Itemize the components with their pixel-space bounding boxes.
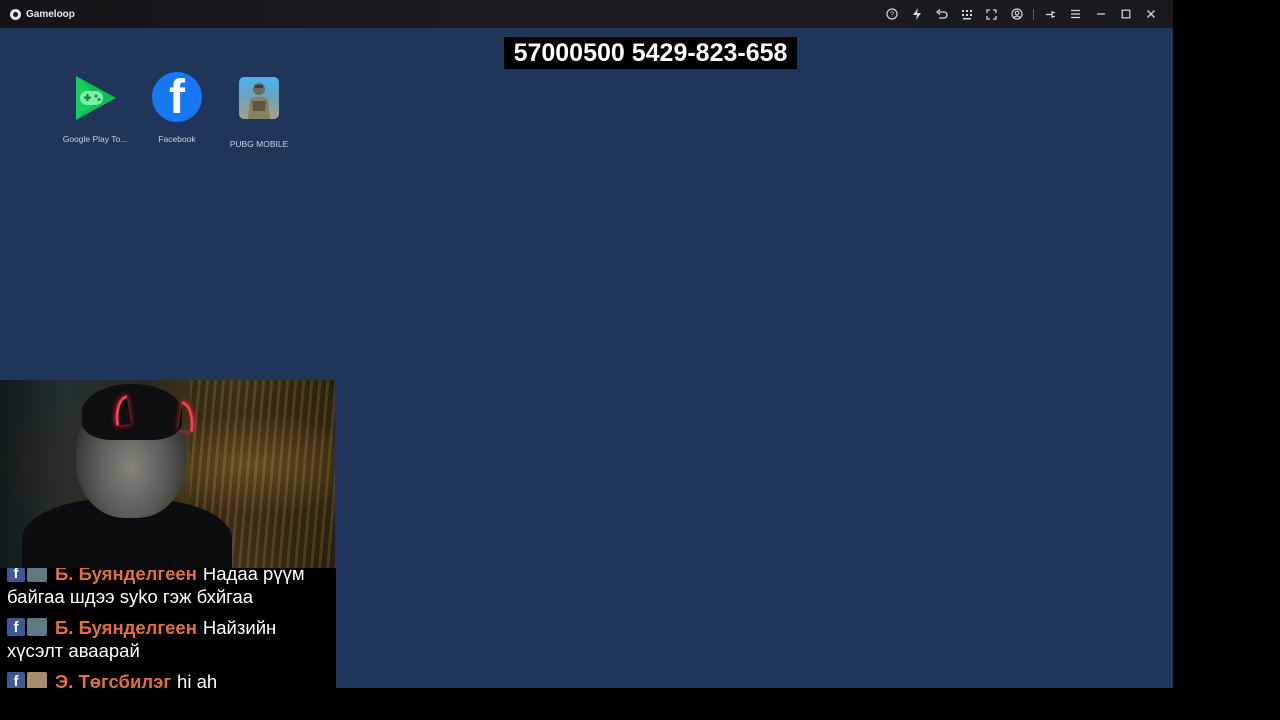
- facebook-icon: f: [151, 72, 203, 124]
- pin-icon[interactable]: [1042, 6, 1059, 22]
- chat-message: f Э. Төгсбилэг hi ah: [0, 670, 336, 688]
- chat-overlay: f Б. Буянделгеен Надаа рүүм байгаа шдээ sy…: [0, 568, 336, 688]
- pubg-mobile-icon: [233, 77, 285, 129]
- app-pubg-mobile[interactable]: PUBG MOBILE: [217, 72, 301, 149]
- chat-author: Б. Буянделгеен: [55, 617, 197, 638]
- app-facebook[interactable]: f Facebook: [135, 72, 219, 144]
- title-bar: Gameloop ?: [0, 0, 1173, 28]
- boost-icon[interactable]: [908, 6, 925, 22]
- menu-icon[interactable]: [1067, 6, 1084, 22]
- chat-text: hi ah: [177, 671, 218, 688]
- facebook-badge-icon: f: [7, 568, 25, 582]
- minimize-icon[interactable]: [1092, 6, 1109, 22]
- webcam-overlay: [0, 380, 335, 568]
- close-icon[interactable]: [1142, 6, 1159, 22]
- account-icon[interactable]: [1008, 6, 1025, 22]
- user-avatar: [27, 672, 47, 688]
- svg-text:?: ?: [889, 10, 893, 19]
- google-play-games-icon: [69, 72, 121, 124]
- facebook-badge-icon: f: [7, 672, 25, 688]
- user-avatar: [27, 568, 47, 582]
- letterbox-right: [1173, 0, 1280, 720]
- chat-author: Э. Төгсбилэг: [55, 671, 172, 688]
- phone-number-overlay: 57000500 5429-823-658: [504, 37, 797, 69]
- titlebar-separator: [1033, 8, 1034, 20]
- undo-icon[interactable]: [933, 6, 950, 22]
- chat-message: f Б. Буянделгеен Найзийн хүсэлт аваарай: [0, 616, 336, 662]
- maximize-icon[interactable]: [1117, 6, 1134, 22]
- person-hair: [82, 384, 182, 440]
- app-title-text: Gameloop: [26, 8, 75, 20]
- chat-author: Б. Буянделгеен: [55, 568, 197, 584]
- app-label: PUBG MOBILE: [229, 139, 289, 149]
- app-label: Google Play To...: [62, 134, 128, 144]
- chat-message: f Б. Буянделгеен Надаа рүүм байгаа шдээ sy…: [0, 568, 336, 608]
- user-avatar: [27, 618, 47, 636]
- facebook-badge-icon: f: [7, 618, 25, 636]
- fullscreen-icon[interactable]: [983, 6, 1000, 22]
- help-icon[interactable]: ?: [883, 6, 900, 22]
- app-label: Facebook: [158, 134, 196, 144]
- letterbox-bottom: [0, 688, 1280, 720]
- app-title: Gameloop: [10, 6, 75, 22]
- app-google-play-games[interactable]: Google Play To...: [53, 72, 137, 144]
- titlebar-controls: ?: [875, 6, 1159, 22]
- gameloop-logo-icon: [10, 8, 21, 20]
- keymap-icon[interactable]: [958, 6, 975, 22]
